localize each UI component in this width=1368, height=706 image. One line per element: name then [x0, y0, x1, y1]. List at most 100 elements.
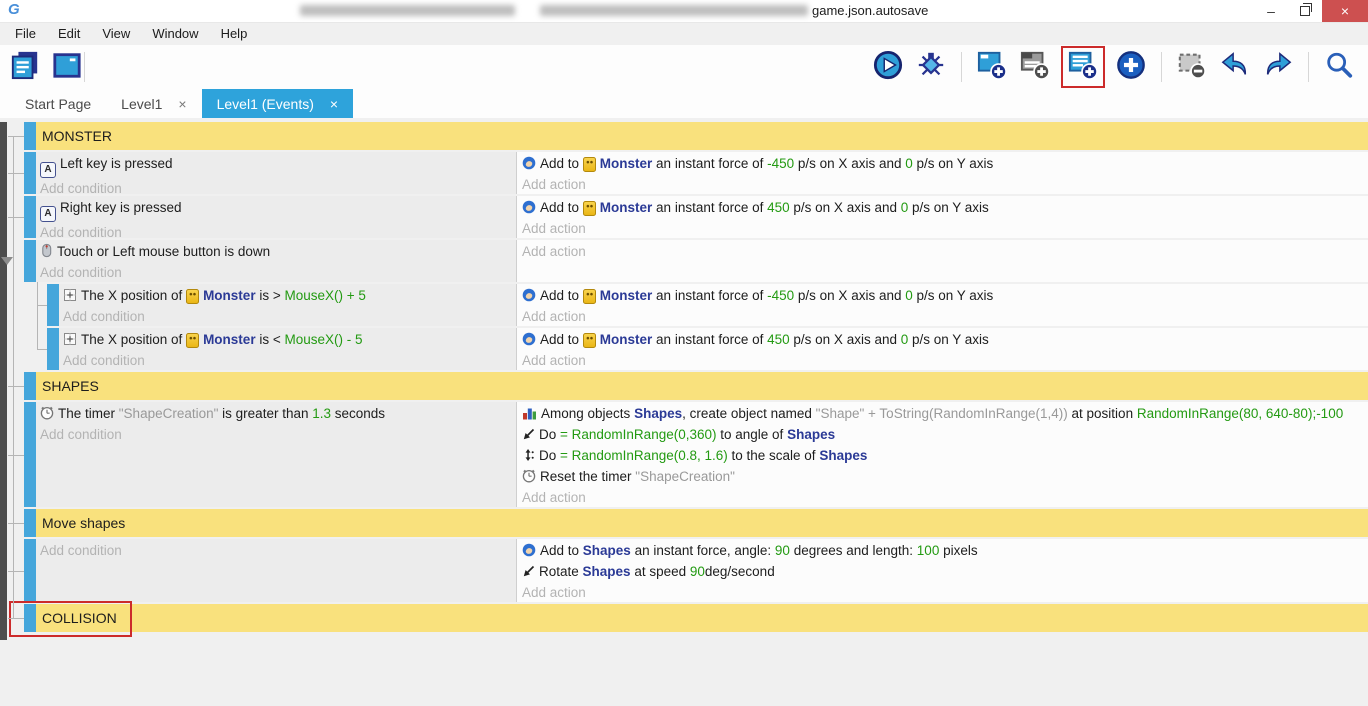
remove-event-button[interactable] [1177, 52, 1207, 82]
remove-event-icon [1177, 50, 1207, 85]
add-standard-event-button[interactable] [1068, 52, 1098, 82]
tree-connector [8, 386, 24, 387]
event-group-header[interactable]: MONSTER [24, 122, 1368, 150]
tab-close-icon[interactable]: × [330, 96, 338, 112]
add-condition[interactable]: Add condition [40, 262, 516, 282]
tree-connector [37, 305, 47, 306]
menu-edit[interactable]: Edit [47, 23, 91, 45]
add-condition[interactable]: Add condition [63, 306, 516, 326]
tab-close-icon[interactable]: × [178, 96, 186, 112]
project-manager-icon [10, 50, 40, 85]
add-action[interactable]: Add action [522, 218, 1368, 238]
conditions-column: Touch or Left mouse button is downAdd co… [36, 240, 516, 282]
add-action[interactable]: Add action [522, 487, 1368, 507]
add-action[interactable]: Add action [522, 174, 1368, 194]
event-block[interactable]: The X position of Monster is > MouseX() … [47, 284, 1368, 326]
event-condition[interactable]: The X position of Monster is > MouseX() … [63, 285, 516, 306]
force-icon [522, 200, 536, 214]
add-condition[interactable]: Add condition [40, 540, 516, 561]
add-condition[interactable]: Add condition [63, 350, 516, 370]
conditions-column: ALeft key is pressedAdd condition [36, 152, 516, 194]
tree-line [13, 136, 14, 618]
mouse-icon [40, 243, 53, 258]
add-circle-button[interactable] [1116, 52, 1146, 82]
event-condition[interactable]: ALeft key is pressed [40, 153, 516, 178]
event-bar [24, 539, 36, 602]
close-button[interactable]: × [1322, 0, 1368, 22]
event-block[interactable]: The timer "ShapeCreation" is greater tha… [24, 402, 1368, 507]
conditions-column: The X position of Monster is < MouseX() … [59, 328, 516, 370]
tree-connector [8, 217, 24, 218]
event-block[interactable]: ARight key is pressedAdd condition Add to… [24, 196, 1368, 238]
menu-view[interactable]: View [91, 23, 141, 45]
add-condition[interactable]: Add condition [40, 222, 516, 238]
add-condition[interactable]: Add condition [40, 424, 516, 445]
group-title[interactable]: COLLISION [36, 604, 1368, 632]
key-icon: A [40, 206, 56, 222]
undo-button[interactable] [1220, 52, 1250, 82]
event-condition[interactable]: ARight key is pressed [40, 197, 516, 222]
event-bar [24, 509, 36, 537]
minimize-button[interactable]: – [1254, 0, 1288, 22]
add-scene-event-button[interactable] [977, 52, 1007, 82]
add-action[interactable]: Add action [522, 241, 1368, 262]
add-action[interactable]: Add action [522, 350, 1368, 370]
event-action[interactable]: Among objects Shapes, create object name… [522, 403, 1368, 424]
event-action[interactable]: Rotate Shapes at speed 90deg/second [522, 561, 1368, 582]
search-button[interactable] [1324, 52, 1354, 82]
highlight-box [1061, 46, 1105, 88]
play-button[interactable] [873, 52, 903, 82]
event-block[interactable]: Add condition Add to Shapes an instant fo… [24, 539, 1368, 602]
redo-button[interactable] [1263, 52, 1293, 82]
event-group-header[interactable]: SHAPES [24, 372, 1368, 400]
tab-start-page[interactable]: Start Page [10, 89, 106, 118]
event-action[interactable]: Add to Monster an instant force of 450 p… [522, 197, 1368, 218]
restore-button[interactable] [1288, 0, 1322, 22]
event-group-header[interactable]: COLLISION [24, 604, 1368, 632]
monster-icon [186, 333, 199, 348]
scene-editor-button[interactable] [52, 52, 82, 82]
tab-level1-events-[interactable]: Level1 (Events)× [202, 89, 353, 118]
tab-level1[interactable]: Level1× [106, 89, 201, 118]
add-action[interactable]: Add action [522, 306, 1368, 326]
event-action[interactable]: Add to Monster an instant force of -450 … [522, 153, 1368, 174]
actions-column: Add to Monster an instant force of -450 … [516, 152, 1368, 194]
tree-connector [37, 349, 47, 350]
add-comment-button[interactable] [1020, 52, 1050, 82]
event-block[interactable]: The X position of Monster is < MouseX() … [47, 328, 1368, 370]
toolbar-separator [1161, 52, 1162, 82]
group-title[interactable]: Move shapes [36, 509, 1368, 537]
monster-icon [583, 157, 596, 172]
monster-icon [583, 201, 596, 216]
project-manager-button[interactable] [10, 52, 40, 82]
add-condition[interactable]: Add condition [40, 178, 516, 194]
event-action[interactable]: Reset the timer "ShapeCreation" [522, 466, 1368, 487]
restore-icon [1300, 6, 1310, 16]
event-action[interactable]: Add to Monster an instant force of -450 … [522, 285, 1368, 306]
menu-help[interactable]: Help [210, 23, 259, 45]
event-block[interactable]: ALeft key is pressedAdd condition Add to … [24, 152, 1368, 194]
event-condition[interactable]: The X position of Monster is < MouseX() … [63, 329, 516, 350]
app-logo-icon: G [8, 1, 20, 18]
rotate-icon [522, 565, 535, 578]
menu-window[interactable]: Window [141, 23, 209, 45]
group-title[interactable]: MONSTER [36, 122, 1368, 150]
menu-file[interactable]: File [4, 23, 47, 45]
event-action[interactable]: Do = RandomInRange(0,360) to angle of Sh… [522, 424, 1368, 445]
event-action[interactable]: Do = RandomInRange(0.8, 1.6) to the scal… [522, 445, 1368, 466]
debug-icon [916, 50, 946, 85]
event-action[interactable]: Add to Shapes an instant force, angle: 9… [522, 540, 1368, 561]
expander-icon[interactable] [1, 257, 13, 265]
actions-column: Add action [516, 240, 1368, 282]
add-action[interactable]: Add action [522, 582, 1368, 602]
event-action[interactable]: Add to Monster an instant force of 450 p… [522, 329, 1368, 350]
event-group-header[interactable]: Move shapes [24, 509, 1368, 537]
event-condition[interactable]: The timer "ShapeCreation" is greater tha… [40, 403, 516, 424]
event-block[interactable]: Touch or Left mouse button is downAdd co… [24, 240, 1368, 282]
redacted-title-text [300, 5, 515, 16]
force-icon [522, 156, 536, 170]
group-title[interactable]: SHAPES [36, 372, 1368, 400]
debug-button[interactable] [916, 52, 946, 82]
add-circle-icon [1116, 50, 1146, 85]
event-condition[interactable]: Touch or Left mouse button is down [40, 241, 516, 262]
